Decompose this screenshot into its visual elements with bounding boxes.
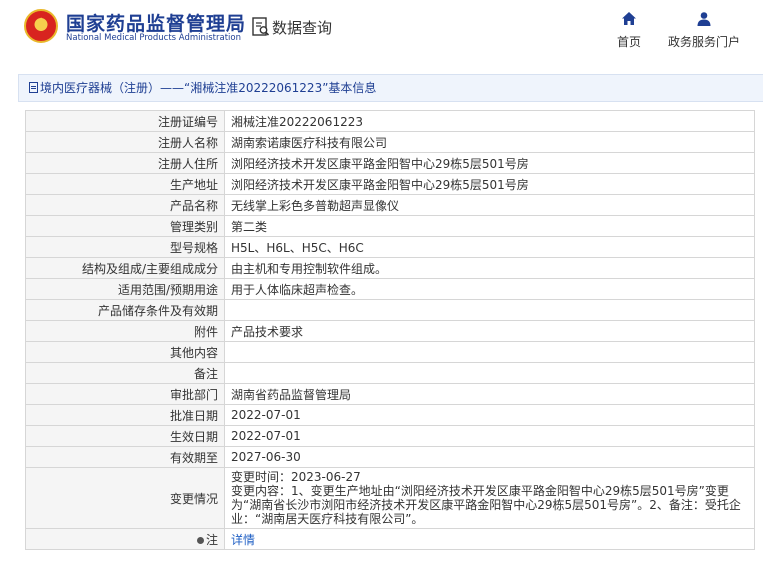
page-title: 境内医疗器械（注册）——“湘械注准20222061223”基本信息	[40, 81, 377, 95]
user-icon	[697, 12, 711, 26]
change-time: 变更时间：2023-06-27	[231, 470, 361, 484]
site-logo-title[interactable]: 国家药品监督管理局	[66, 9, 246, 36]
field-label: 管理类别	[25, 215, 225, 237]
field-label: 变更情况	[25, 467, 225, 529]
field-label: 生产地址	[25, 173, 225, 195]
table-row: 生产地址 浏阳经济技术开发区康平路金阳智中心29栋5层501号房	[25, 173, 755, 195]
home-icon	[622, 12, 636, 25]
table-row: 产品储存条件及有效期	[25, 299, 755, 321]
national-emblem-icon	[24, 9, 58, 43]
field-label: 生效日期	[25, 425, 225, 447]
field-label: 其他内容	[25, 341, 225, 363]
table-row: 注册人住所 浏阳经济技术开发区康平路金阳智中心29栋5层501号房	[25, 152, 755, 174]
page-title-bar: 境内医疗器械（注册）——“湘械注准20222061223”基本信息	[18, 74, 763, 102]
data-query-icon	[252, 17, 270, 36]
field-value	[224, 341, 755, 363]
table-row: 结构及组成/主要组成成分 由主机和专用控制软件组成。	[25, 257, 755, 279]
data-query-label[interactable]: 数据查询	[272, 17, 332, 38]
change-details: 变更时间：2023-06-27 变更内容：1、变更生产地址由“浏阳经济技术开发区康…	[224, 467, 755, 529]
site-header: 国家药品监督管理局 National Medical Products Admi…	[0, 0, 763, 62]
field-value: 湘械注准20222061223	[224, 110, 755, 132]
table-row: 型号规格 H5L、H6L、H5C、H6C	[25, 236, 755, 258]
field-label: 适用范围/预期用途	[25, 278, 225, 300]
field-value: 湖南索诺康医疗科技有限公司	[224, 131, 755, 153]
table-row: 生效日期 2022-07-01	[25, 425, 755, 447]
field-label: 产品名称	[25, 194, 225, 216]
field-value: 无线掌上彩色多普勒超声显像仪	[224, 194, 755, 216]
table-row: 管理类别 第二类	[25, 215, 755, 237]
nav-home-label: 首页	[616, 35, 641, 49]
table-row: 批准日期 2022-07-01	[25, 404, 755, 426]
field-value	[224, 299, 755, 321]
table-row: 注册人名称 湖南索诺康医疗科技有限公司	[25, 131, 755, 153]
table-row: 适用范围/预期用途 用于人体临床超声检查。	[25, 278, 755, 300]
table-row-change: 变更情况 变更时间：2023-06-27 变更内容：1、变更生产地址由“浏阳经济技术…	[25, 467, 755, 529]
table-row: 注册证编号 湘械注准20222061223	[25, 110, 755, 132]
field-label: 结构及组成/主要组成成分	[25, 257, 225, 279]
table-row: 附件 产品技术要求	[25, 320, 755, 342]
field-value: 第二类	[224, 215, 755, 237]
nav-gov-portal[interactable]: 政务服务门户	[664, 11, 744, 50]
field-value: 湖南省药品监督管理局	[224, 383, 755, 405]
table-row-note: 注详情	[25, 528, 755, 550]
site-logo-subtitle: National Medical Products Administration	[66, 33, 241, 43]
field-value: 浏阳经济技术开发区康平路金阳智中心29栋5层501号房	[224, 152, 755, 174]
change-content: 变更内容：1、变更生产地址由“浏阳经济技术开发区康平路金阳智中心29栋5层501…	[231, 484, 741, 526]
field-label: 注册证编号	[25, 110, 225, 132]
document-icon	[29, 82, 38, 93]
table-row: 其他内容	[25, 341, 755, 363]
table-row: 产品名称 无线掌上彩色多普勒超声显像仪	[25, 194, 755, 216]
field-value: H5L、H6L、H5C、H6C	[224, 236, 755, 258]
field-value: 2022-07-01	[224, 425, 755, 447]
field-value: 2027-06-30	[224, 446, 755, 468]
note-label: 注	[205, 532, 218, 547]
field-label: 有效期至	[25, 446, 225, 468]
note-value: 详情	[224, 528, 755, 550]
field-value: 产品技术要求	[224, 320, 755, 342]
field-label: 型号规格	[25, 236, 225, 258]
note-label-cell: 注	[25, 528, 225, 550]
table-row: 审批部门 湖南省药品监督管理局	[25, 383, 755, 405]
field-label: 附件	[25, 320, 225, 342]
table-row: 备注	[25, 362, 755, 384]
field-label: 审批部门	[25, 383, 225, 405]
field-label: 注册人住所	[25, 152, 225, 174]
field-value: 由主机和专用控制软件组成。	[224, 257, 755, 279]
table-row: 有效期至 2027-06-30	[25, 446, 755, 468]
field-label: 注册人名称	[25, 131, 225, 153]
field-label: 备注	[25, 362, 225, 384]
field-value: 浏阳经济技术开发区康平路金阳智中心29栋5层501号房	[224, 173, 755, 195]
nav-home[interactable]: 首页	[612, 11, 646, 50]
field-label: 产品储存条件及有效期	[25, 299, 225, 321]
field-label: 批准日期	[25, 404, 225, 426]
field-value: 2022-07-01	[224, 404, 755, 426]
field-value	[224, 362, 755, 384]
nav-gov-label: 政务服务门户	[667, 35, 740, 49]
bulb-icon	[196, 536, 204, 544]
registration-info-table: 注册证编号 湘械注准20222061223 注册人名称 湖南索诺康医疗科技有限公司 注册…	[25, 110, 755, 550]
details-link[interactable]: 详情	[231, 533, 255, 547]
field-value: 用于人体临床超声检查。	[224, 278, 755, 300]
